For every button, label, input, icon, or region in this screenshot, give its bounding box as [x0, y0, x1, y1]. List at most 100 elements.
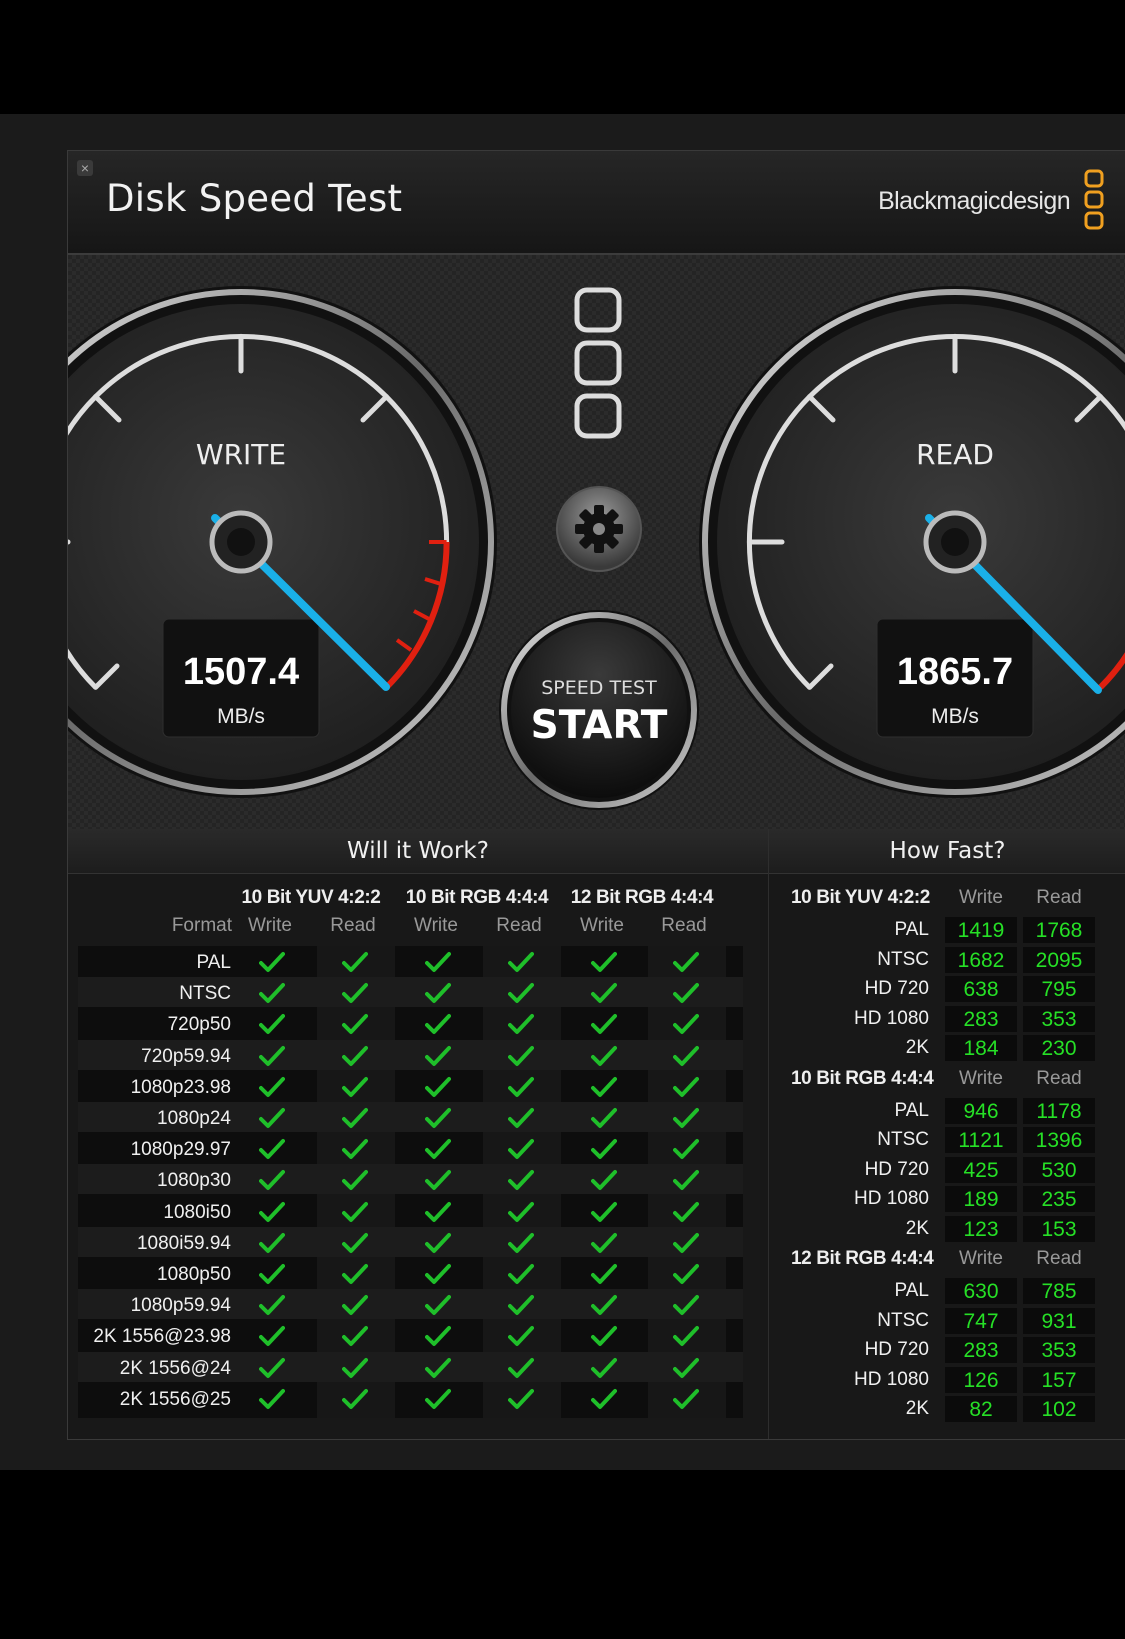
format-label: 2K — [905, 1217, 929, 1239]
column-header: Write — [959, 1248, 1003, 1269]
read-speed-cell: 1178 — [1023, 1097, 1095, 1124]
write-speed-cell: 126 — [945, 1366, 1017, 1393]
table-row: 2K 1556@24 — [78, 1351, 743, 1382]
check-icon — [673, 1201, 699, 1223]
write-speed-cell: 283 — [945, 1337, 1017, 1363]
write-speed-cell: 630 — [945, 1278, 1017, 1304]
column-header: Read — [496, 915, 542, 936]
format-label: 1080p50 — [157, 1264, 231, 1285]
format-header: Format — [171, 915, 232, 936]
format-label: 2K 1556@25 — [119, 1388, 231, 1410]
format-label: 720p50 — [167, 1014, 231, 1036]
settings-button[interactable] — [556, 486, 642, 572]
check-icon — [673, 1325, 699, 1347]
check-icon — [425, 1388, 451, 1410]
check-icon — [673, 1263, 699, 1285]
read-speed-cell: 1396 — [1023, 1127, 1095, 1153]
write-speed-cell: 123 — [945, 1215, 1017, 1242]
check-icon — [342, 1045, 368, 1067]
check-icon — [259, 1388, 285, 1410]
read-speed-unit: MB/s — [931, 705, 979, 728]
format-label: HD 1080 — [854, 1007, 929, 1029]
center-logo-icon — [574, 287, 622, 439]
group-header: 10 Bit YUV 4:2:2 — [791, 887, 930, 908]
format-label: 1080i59.94 — [136, 1232, 231, 1254]
table-row: 1080i59.94 — [78, 1226, 743, 1257]
check-icon — [342, 1325, 368, 1347]
read-speed-cell: 353 — [1023, 1005, 1095, 1032]
format-label: HD 720 — [864, 978, 929, 999]
format-label: 1080p59.94 — [130, 1295, 231, 1317]
start-button-caption: SPEED TEST — [541, 677, 657, 699]
format-label: 1080p23.98 — [130, 1076, 231, 1098]
check-icon — [425, 1357, 451, 1379]
check-icon — [342, 1169, 368, 1191]
write-gauge-label: WRITE — [196, 438, 286, 471]
start-button-label: START — [531, 703, 668, 748]
check-icon — [591, 1294, 617, 1316]
check-icon — [342, 951, 368, 973]
check-icon — [673, 1107, 699, 1129]
check-icon — [591, 951, 617, 973]
check-icon — [342, 1107, 368, 1129]
check-icon — [508, 1357, 534, 1379]
write-speed-cell: 189 — [945, 1186, 1017, 1212]
write-speed-cell: 82 — [945, 1396, 1017, 1422]
check-icon — [673, 1169, 699, 1191]
check-icon — [591, 1076, 617, 1098]
check-icon — [425, 1169, 451, 1191]
gauge-panel: WRITE 1507.4 MB/s READ 1865.7 MB/s SPEED… — [68, 255, 1125, 829]
check-icon — [591, 1138, 617, 1160]
check-icon — [508, 1076, 534, 1098]
write-speed-unit: MB/s — [217, 705, 265, 728]
read-speed-cell: 153 — [1023, 1215, 1095, 1242]
check-icon — [342, 1357, 368, 1379]
read-speed-cell: 530 — [1023, 1156, 1095, 1183]
start-button[interactable]: SPEED TEST START — [499, 610, 699, 810]
check-icon — [591, 982, 617, 1004]
group-header: 10 Bit YUV 4:2:2 — [241, 887, 381, 908]
table-row: 2K 1556@25 — [78, 1383, 743, 1413]
group-header: 12 Bit RGB 4:4:4 — [570, 887, 714, 908]
format-label: HD 1080 — [854, 1188, 929, 1209]
column-header: Write — [414, 915, 458, 936]
column-header: Write — [959, 1067, 1003, 1089]
check-icon — [673, 951, 699, 973]
check-icon — [508, 1201, 534, 1223]
check-icon — [425, 1045, 451, 1067]
check-icon — [591, 1357, 617, 1379]
check-icon — [342, 1388, 368, 1410]
check-icon — [425, 951, 451, 973]
table-row: PAL — [78, 946, 743, 976]
how-fast-title: How Fast? — [769, 829, 1125, 874]
write-speed-cell: 638 — [945, 976, 1017, 1002]
format-label: 2K 1556@24 — [119, 1357, 231, 1379]
table-row: 1080p50 — [78, 1258, 743, 1288]
will-it-work-title: Will it Work? — [68, 829, 768, 874]
check-icon — [673, 1388, 699, 1410]
check-icon — [259, 1263, 285, 1285]
format-label: 2K 1556@23.98 — [93, 1326, 231, 1348]
write-speed-cell: 747 — [945, 1307, 1017, 1334]
table-row: 1080i50 — [78, 1196, 743, 1226]
check-icon — [259, 1201, 285, 1223]
check-icon — [259, 951, 285, 973]
check-icon — [259, 1232, 285, 1254]
read-speed-cell: 230 — [1023, 1035, 1095, 1061]
check-icon — [425, 1201, 451, 1223]
check-icon — [259, 1169, 285, 1191]
write-speed-cell: 283 — [945, 1005, 1017, 1032]
check-icon — [425, 982, 451, 1004]
gear-icon — [575, 505, 623, 553]
check-icon — [591, 1325, 617, 1347]
check-icon — [425, 1076, 451, 1098]
write-speed-cell: 1419 — [945, 917, 1017, 943]
check-icon — [591, 1232, 617, 1254]
column-header: Read — [661, 915, 707, 936]
check-icon — [259, 1076, 285, 1098]
check-icon — [259, 1294, 285, 1316]
format-label: NTSC — [877, 1309, 929, 1331]
read-speed-cell: 1768 — [1023, 917, 1095, 943]
check-icon — [259, 1013, 285, 1035]
check-icon — [591, 1263, 617, 1285]
